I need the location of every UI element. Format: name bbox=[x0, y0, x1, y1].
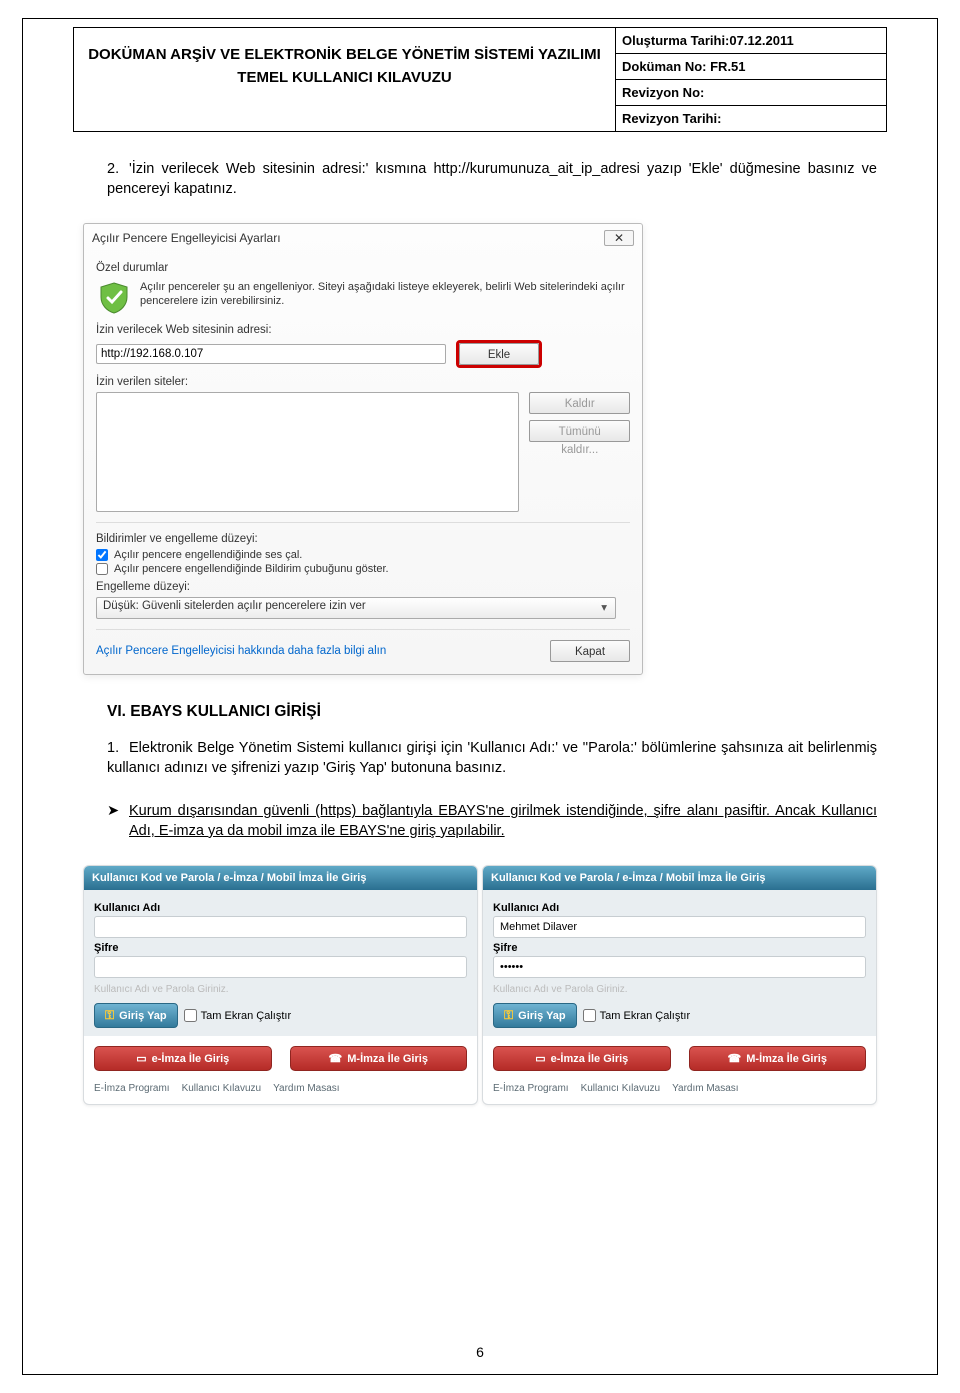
url-label: İzin verilecek Web sitesinin adresi: bbox=[96, 324, 630, 336]
fullscreen-label: Tam Ekran Çalıştır bbox=[201, 1010, 291, 1022]
instruction-6-1-number: 1. bbox=[107, 739, 129, 759]
login-pass-input-r[interactable] bbox=[493, 956, 866, 978]
giris-yap-button[interactable]: ⚿ Giriş Yap bbox=[94, 1003, 178, 1028]
fullscreen-box[interactable] bbox=[184, 1009, 197, 1022]
allowed-sites-list[interactable] bbox=[96, 392, 519, 512]
eimza-label: e-İmza İle Giriş bbox=[152, 1053, 230, 1065]
phone-icon-r: ☎ bbox=[728, 1052, 742, 1065]
mimza-label-r: M-İmza İle Giriş bbox=[746, 1053, 827, 1065]
instruction-2: 2.'İzin verilecek Web sitesinin adresi:'… bbox=[107, 160, 877, 199]
phone-icon: ☎ bbox=[329, 1052, 343, 1065]
shield-icon bbox=[96, 280, 132, 316]
https-note: ➤ Kurum dışarısından güvenli (https) bağ… bbox=[107, 802, 877, 841]
meta-revno: Revizyon No: bbox=[616, 80, 886, 106]
sites-label: İzin verilen siteler: bbox=[96, 376, 630, 388]
doc-header: DOKÜMAN ARŞİV VE ELEKTRONİK BELGE YÖNETİ… bbox=[73, 27, 887, 132]
url-input[interactable] bbox=[96, 344, 446, 364]
page-number: 6 bbox=[23, 1344, 937, 1360]
doc-title-2: TEMEL KULLANICI KILAVUZU bbox=[74, 69, 615, 86]
key-icon-r: ⚿ bbox=[504, 1008, 513, 1023]
fullscreen-label-r: Tam Ekran Çalıştır bbox=[600, 1010, 690, 1022]
close-icon[interactable]: ✕ bbox=[604, 230, 634, 246]
dialog-title: Açılır Pencere Engelleyicisi Ayarları bbox=[92, 231, 281, 245]
kaldir-button[interactable]: Kaldır bbox=[529, 392, 630, 414]
doc-header-meta: Oluşturma Tarihi:07.12.2011 Doküman No: … bbox=[616, 28, 886, 131]
fullscreen-chk[interactable]: Tam Ekran Çalıştır bbox=[184, 1009, 291, 1022]
bullet-icon: ➤ bbox=[107, 802, 129, 841]
chk-bar-label: Açılır pencere engellendiğinde Bildirim … bbox=[114, 563, 389, 575]
meta-revdate: Revizyon Tarihi: bbox=[616, 106, 886, 131]
login-user-label: Kullanıcı Adı bbox=[94, 902, 467, 914]
popup-blocker-dialog: Açılır Pencere Engelleyicisi Ayarları ✕ … bbox=[83, 223, 643, 675]
meta-created: Oluşturma Tarihi:07.12.2011 bbox=[616, 28, 886, 54]
link-eimza-program-r[interactable]: E-İmza Programı bbox=[493, 1083, 569, 1094]
mimza-label: M-İmza İle Giriş bbox=[347, 1053, 428, 1065]
chk-sound-box[interactable] bbox=[96, 549, 108, 561]
ekle-button[interactable]: Ekle bbox=[459, 343, 539, 365]
instruction-2-number: 2. bbox=[107, 160, 129, 180]
giris-yap-label-r: Giriş Yap bbox=[518, 1010, 566, 1022]
tumunu-kaldir-button[interactable]: Tümünü kaldır... bbox=[529, 420, 630, 442]
fullscreen-chk-r[interactable]: Tam Ekran Çalıştır bbox=[583, 1009, 690, 1022]
meta-docno: Doküman No: FR.51 bbox=[616, 54, 886, 80]
login-pass-label: Şifre bbox=[94, 942, 467, 954]
level-dropdown[interactable]: Düşük: Güvenli sitelerden açılır pencere… bbox=[96, 597, 616, 619]
fullscreen-box-r[interactable] bbox=[583, 1009, 596, 1022]
link-help-desk[interactable]: Yardım Masası bbox=[273, 1083, 340, 1094]
notif-label: Bildirimler ve engelleme düzeyi: bbox=[96, 533, 630, 545]
card-icon: ▭ bbox=[136, 1052, 146, 1065]
instruction-6-1: 1.Elektronik Belge Yönetim Sistemi kulla… bbox=[107, 739, 877, 778]
kapat-button[interactable]: Kapat bbox=[550, 640, 630, 662]
ekle-highlight: Ekle bbox=[456, 340, 542, 368]
group-label: Özel durumlar bbox=[96, 262, 630, 274]
mimza-button[interactable]: ☎ M-İmza İle Giriş bbox=[290, 1046, 468, 1071]
login-user-input[interactable] bbox=[94, 916, 467, 938]
https-note-text: Kurum dışarısından güvenli (https) bağla… bbox=[129, 802, 877, 841]
instruction-2-text: 'İzin verilecek Web sitesinin adresi:' k… bbox=[107, 161, 877, 197]
eimza-label-r: e-İmza İle Giriş bbox=[551, 1053, 629, 1065]
level-label: Engelleme düzeyi: bbox=[96, 581, 630, 593]
dialog-info: Açılır pencereler şu an engelleniyor. Si… bbox=[140, 280, 630, 316]
card-icon-r: ▭ bbox=[535, 1052, 545, 1065]
eimza-button[interactable]: ▭ e-İmza İle Giriş bbox=[94, 1046, 272, 1071]
chk-bar[interactable]: Açılır pencere engellendiğinde Bildirim … bbox=[96, 563, 630, 575]
eimza-button-r[interactable]: ▭ e-İmza İle Giriş bbox=[493, 1046, 671, 1071]
giris-yap-label: Giriş Yap bbox=[119, 1010, 167, 1022]
login-pass-label-r: Şifre bbox=[493, 942, 866, 954]
login-user-label-r: Kullanıcı Adı bbox=[493, 902, 866, 914]
giris-yap-button-r[interactable]: ⚿ Giriş Yap bbox=[493, 1003, 577, 1028]
chk-bar-box[interactable] bbox=[96, 563, 108, 575]
section-6-title: VI. EBAYS KULLANICI GİRİŞİ bbox=[107, 703, 877, 721]
link-eimza-program[interactable]: E-İmza Programı bbox=[94, 1083, 170, 1094]
instruction-6-1-text: Elektronik Belge Yönetim Sistemi kullanı… bbox=[107, 740, 877, 776]
doc-header-left: DOKÜMAN ARŞİV VE ELEKTRONİK BELGE YÖNETİ… bbox=[74, 28, 616, 131]
chk-sound[interactable]: Açılır pencere engellendiğinde ses çal. bbox=[96, 549, 630, 561]
doc-title-1: DOKÜMAN ARŞİV VE ELEKTRONİK BELGE YÖNETİ… bbox=[74, 46, 615, 63]
login-placeholder-r: Kullanıcı Adı ve Parola Giriniz. bbox=[493, 984, 866, 995]
login-user-input-r[interactable] bbox=[493, 916, 866, 938]
login-box-filled: Kullanıcı Kod ve Parola / e-İmza / Mobil… bbox=[482, 865, 877, 1105]
key-icon: ⚿ bbox=[105, 1008, 114, 1023]
login-head-r: Kullanıcı Kod ve Parola / e-İmza / Mobil… bbox=[483, 866, 876, 890]
mimza-button-r[interactable]: ☎ M-İmza İle Giriş bbox=[689, 1046, 867, 1071]
help-link[interactable]: Açılır Pencere Engelleyicisi hakkında da… bbox=[96, 645, 386, 657]
login-pass-input[interactable] bbox=[94, 956, 467, 978]
login-head: Kullanıcı Kod ve Parola / e-İmza / Mobil… bbox=[84, 866, 477, 890]
link-user-guide-r[interactable]: Kullanıcı Kılavuzu bbox=[581, 1083, 661, 1094]
login-box-empty: Kullanıcı Kod ve Parola / e-İmza / Mobil… bbox=[83, 865, 478, 1105]
chk-sound-label: Açılır pencere engellendiğinde ses çal. bbox=[114, 549, 302, 561]
link-user-guide[interactable]: Kullanıcı Kılavuzu bbox=[182, 1083, 262, 1094]
link-help-desk-r[interactable]: Yardım Masası bbox=[672, 1083, 739, 1094]
login-placeholder: Kullanıcı Adı ve Parola Giriniz. bbox=[94, 984, 467, 995]
